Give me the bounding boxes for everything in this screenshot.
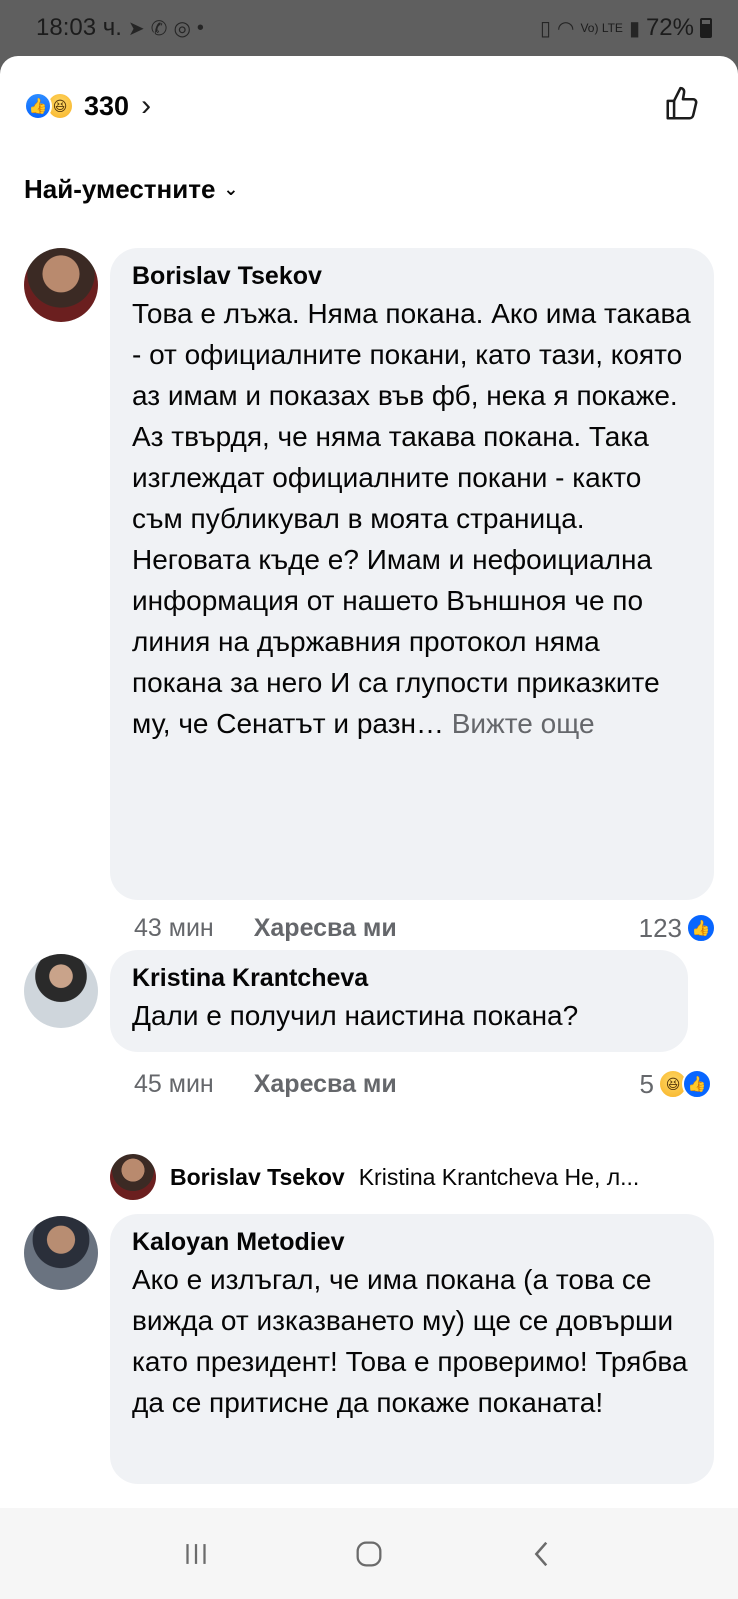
viber-icon: ✆ xyxy=(150,17,168,40)
comment-bubble: Kaloyan Metodiev Ако е излъгал, че има п… xyxy=(110,1214,714,1484)
signal-icon: ▮ xyxy=(628,17,640,40)
comment-body: Това е лъжа. Няма покана. Ако има такава… xyxy=(132,298,691,739)
like-icon: 👍 xyxy=(682,1069,712,1099)
comment-reaction-count: 5 xyxy=(639,1068,654,1099)
see-more-link[interactable]: Вижте още xyxy=(452,708,595,739)
sort-dropdown[interactable]: Най-уместните ⌄ xyxy=(24,174,239,205)
comment-author[interactable]: Borislav Tsekov xyxy=(132,262,692,291)
reply-author: Borislav Tsekov xyxy=(170,1163,345,1190)
comment-time: 45 мин xyxy=(134,1069,214,1098)
avatar[interactable] xyxy=(24,954,98,1028)
thumbs-up-icon xyxy=(666,86,698,120)
home-icon[interactable] xyxy=(352,1537,386,1571)
comment-meta: 43 мин Харесва ми xyxy=(134,908,397,948)
battery-percent: 72% xyxy=(645,14,694,41)
comment-author[interactable]: Kaloyan Metodiev xyxy=(132,1228,692,1257)
comment-text: Това е лъжа. Няма покана. Ако има такава… xyxy=(132,293,692,744)
comment-bubble: Borislav Tsekov Това е лъжа. Няма покана… xyxy=(110,248,714,900)
network-type: Vo) LTE xyxy=(580,20,623,35)
chevron-right-icon: › xyxy=(141,89,152,122)
battery-icon xyxy=(700,18,712,38)
silent-icon: ▯ xyxy=(540,17,552,40)
reply-preview[interactable]: Borislav Tsekov Kristina Krantcheva Не, … xyxy=(110,1152,720,1202)
avatar[interactable] xyxy=(24,248,98,322)
comment-reaction-count: 123 xyxy=(638,912,682,943)
comment-reactions[interactable]: 5 😆 👍 xyxy=(640,1064,712,1104)
avatar xyxy=(110,1154,156,1200)
reaction-count: 330 xyxy=(84,90,130,121)
recent-apps-icon[interactable] xyxy=(179,1537,213,1571)
comment-author[interactable]: Kristina Krantcheva xyxy=(132,964,666,993)
reactions-summary[interactable]: 👍 😆 330 › xyxy=(24,86,151,126)
reply-text: Kristina Krantcheva Не, л... xyxy=(358,1163,640,1190)
like-comment-button[interactable]: Харесва ми xyxy=(254,1070,397,1099)
comment-time: 43 мин xyxy=(134,913,214,942)
comment-meta: 45 мин Харесва ми xyxy=(134,1064,397,1104)
status-bar: 18:03 ч. ➤ ✆ ◎ • ▯ ◠ Vo) LTE ▮ 72% xyxy=(0,0,738,56)
like-comment-button[interactable]: Харесва ми xyxy=(254,914,397,943)
status-right: ▯ ◠ Vo) LTE ▮ 72% xyxy=(540,14,712,42)
comment-reactions[interactable]: 123 👍 xyxy=(639,908,716,948)
chevron-down-icon: ⌄ xyxy=(223,179,239,199)
system-nav-bar xyxy=(0,1508,738,1599)
comment-body: Дали е получил наистина покана? xyxy=(132,1000,579,1031)
wifi-icon: ◠ xyxy=(557,17,575,40)
avatar[interactable] xyxy=(24,1216,98,1290)
sort-label: Най-уместните xyxy=(24,174,216,204)
status-time: 18:03 ч. xyxy=(36,14,122,41)
like-icon: 👍 xyxy=(24,92,52,120)
like-icon: 👍 xyxy=(686,913,716,943)
dot-icon: • xyxy=(196,16,204,39)
like-post-button[interactable] xyxy=(660,82,704,126)
comments-sheet: 👍 😆 330 › Най-уместните ⌄ Borislav Tseko… xyxy=(0,56,738,1508)
comment-body: Ако е излъгал, че има покана (а това се … xyxy=(132,1264,688,1418)
status-left: 18:03 ч. ➤ ✆ ◎ • xyxy=(36,14,204,42)
comment-bubble: Kristina Krantcheva Дали е получил наист… xyxy=(110,950,688,1052)
telegram-icon: ➤ xyxy=(127,17,145,40)
back-icon[interactable] xyxy=(525,1537,559,1571)
app-icon: ◎ xyxy=(173,17,191,40)
